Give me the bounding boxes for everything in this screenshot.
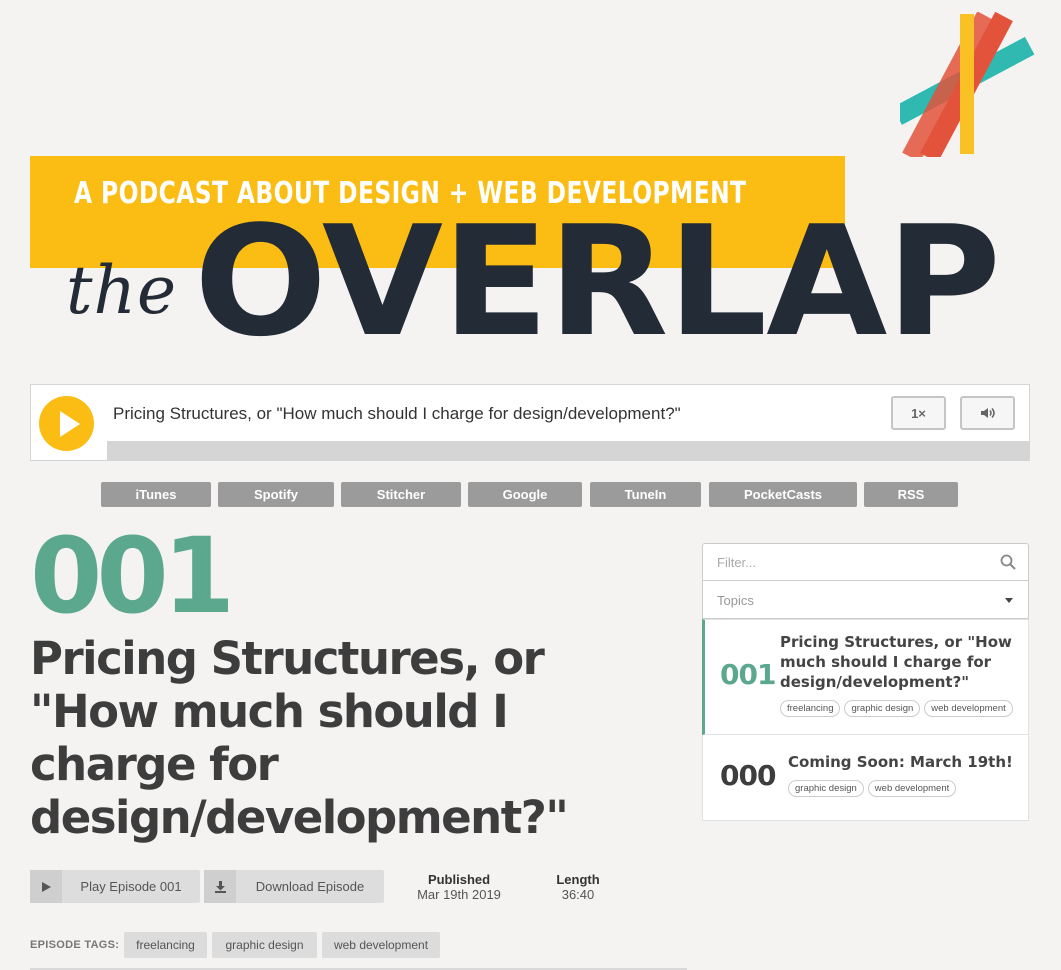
published-info: Published Mar 19th 2019 [410,872,508,902]
rss-link[interactable]: RSS [864,482,958,507]
tag-web-development[interactable]: web development [322,932,440,958]
download-icon [204,870,236,903]
topics-dropdown[interactable]: Topics [702,581,1029,619]
filter-input[interactable] [703,544,993,580]
play-episode-label: Play Episode 001 [80,879,182,894]
play-episode-button[interactable]: Play Episode 001 [30,870,200,903]
length-label: Length [556,872,600,887]
logo-overlap-text[interactable]: OVERLAP [194,206,1001,358]
list-episode-title: Pricing Structures, or "How much should … [780,633,1012,691]
list-tag[interactable]: graphic design [844,700,921,717]
episode-tags-label: EPISODE TAGS: [30,939,120,951]
tag-graphic-design[interactable]: graphic design [212,932,317,958]
volume-icon [980,408,995,418]
stitcher-link[interactable]: Stitcher [341,482,461,507]
episode-title: Pricing Structures, or "How much should … [30,632,569,844]
search-icon[interactable] [1000,554,1016,570]
episode-number: 001 [30,515,235,637]
google-link[interactable]: Google [468,482,582,507]
list-episode-title: Coming Soon: March 19th! [788,753,1013,771]
list-tag[interactable]: freelancing [780,700,841,717]
itunes-link[interactable]: iTunes [101,482,211,507]
episode-list-item-001[interactable]: 001 Pricing Structures, or "How much sho… [702,619,1029,735]
topics-label: Topics [717,593,754,608]
published-label: Published [427,872,491,887]
length-info: Length 36:40 [548,872,608,902]
spotify-link[interactable]: Spotify [218,482,334,507]
player-episode-title: Pricing Structures, or "How much should … [113,404,681,423]
tag-freelancing[interactable]: freelancing [124,932,207,958]
audio-player: Pricing Structures, or "How much should … [30,384,1030,461]
download-episode-button[interactable]: Download Episode [204,870,384,903]
tunein-link[interactable]: TuneIn [590,482,701,507]
list-tag[interactable]: web development [924,700,1013,717]
logo-the-text[interactable]: the [66,252,177,329]
published-date: Mar 19th 2019 [417,887,501,902]
player-play-button[interactable] [39,396,94,451]
play-icon [30,870,62,903]
list-episode-tags: freelancing graphic design web developme… [780,700,1013,717]
episode-list-item-000[interactable]: 000 Coming Soon: March 19th! graphic des… [702,735,1029,821]
list-tag[interactable]: graphic design [788,780,864,797]
download-episode-label: Download Episode [255,879,365,894]
pocketcasts-link[interactable]: PocketCasts [709,482,857,507]
overlap-logo-mark-icon [900,12,1035,157]
list-episode-tags: graphic design web development [788,780,957,797]
player-progress-bar[interactable] [107,441,1030,461]
playback-speed-button[interactable]: 1× [891,396,946,430]
list-episode-number: 000 [720,759,776,792]
list-tag[interactable]: web development [867,780,957,797]
chevron-down-icon [1005,598,1013,603]
list-episode-number: 001 [720,658,776,691]
length-value: 36:40 [561,887,595,902]
volume-button[interactable] [960,396,1015,430]
filter-box [702,543,1029,581]
